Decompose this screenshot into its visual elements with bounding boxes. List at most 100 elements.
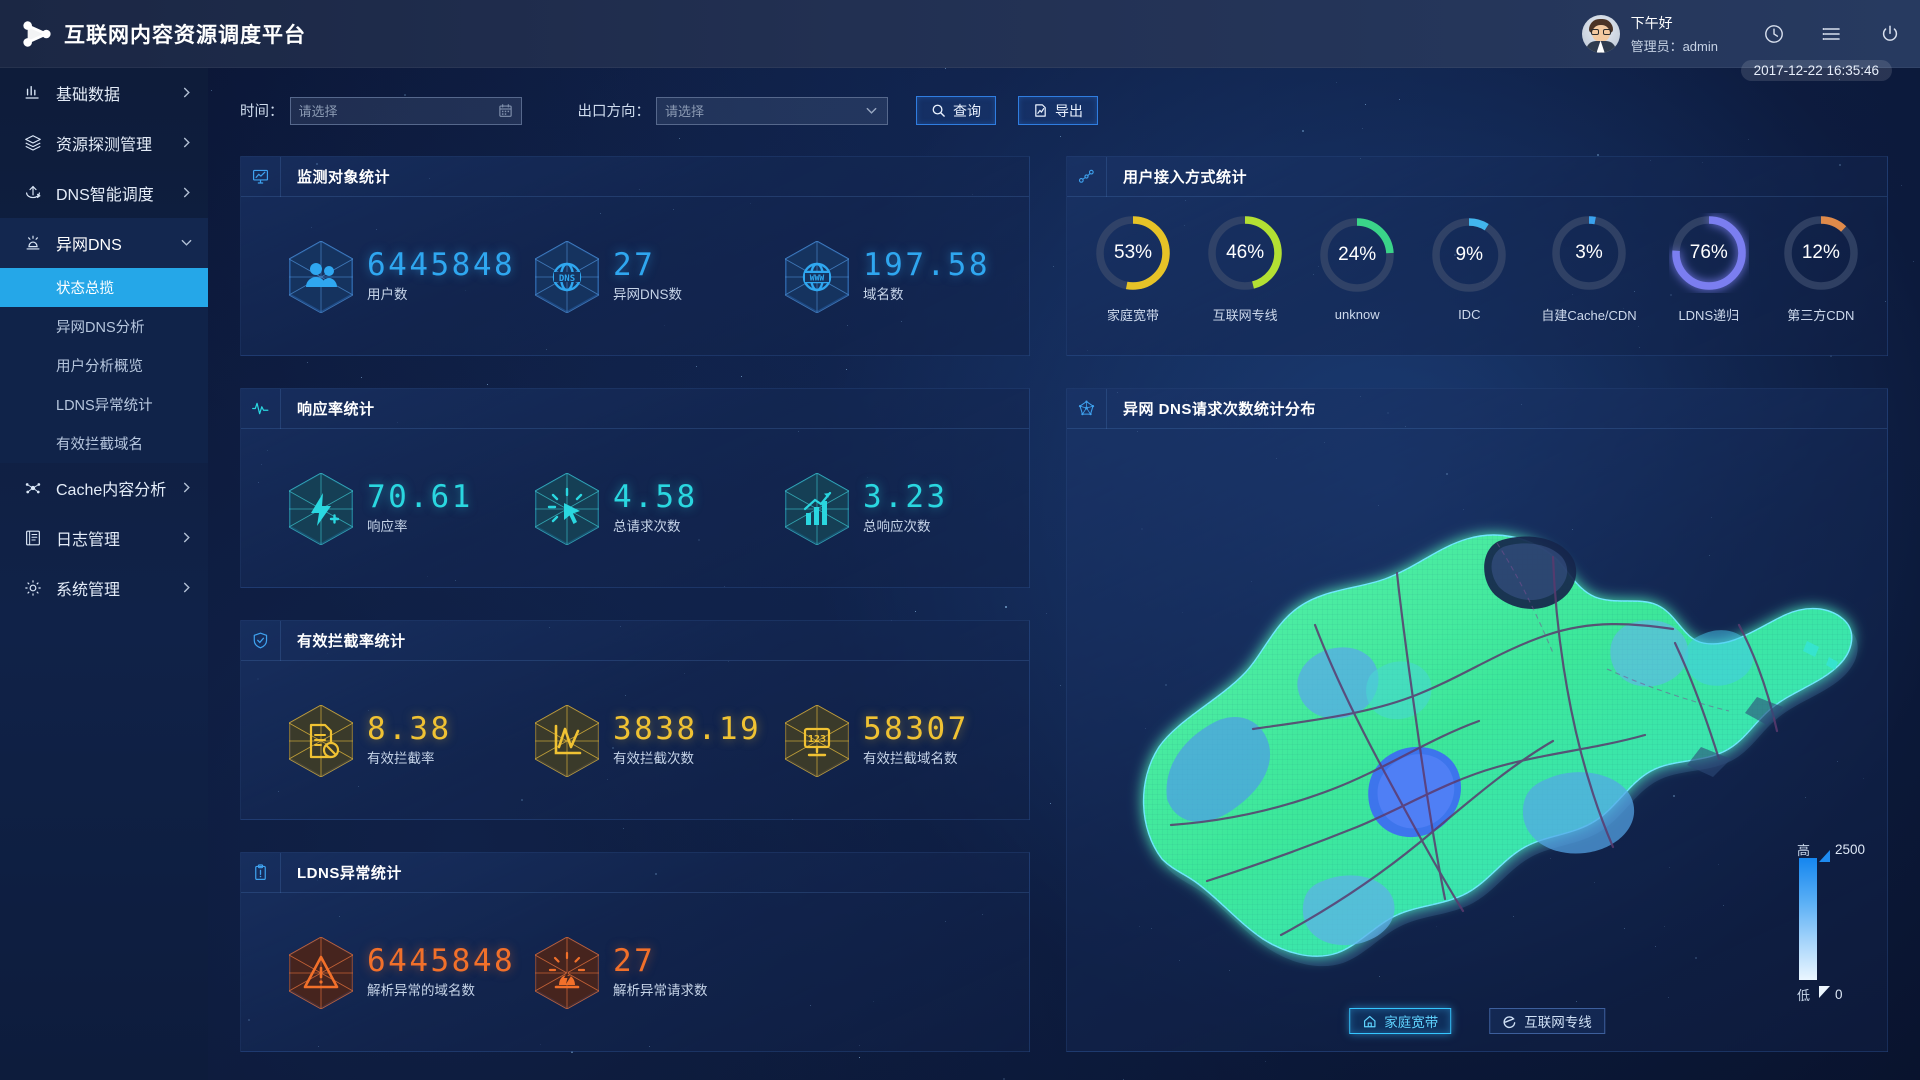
map-area[interactable]: 高 低 2500 0 家庭宽带 互联网专线	[1067, 429, 1887, 1052]
province-map[interactable]	[1067, 429, 1887, 1049]
lightning-plus-icon	[289, 472, 353, 545]
sidebar-item-dns-dispatch[interactable]: DNS智能调度	[0, 168, 208, 218]
legend-gradient-bar	[1799, 858, 1817, 980]
donut-ring: 24%	[1317, 215, 1397, 295]
stat-total-responses: 3.23 总响应次数	[785, 472, 948, 545]
stat-label: 响应率	[367, 519, 408, 534]
map-button-label: 家庭宽带	[1384, 1015, 1439, 1030]
stat-intercept-domains: 123 58307 有效拦截域名数	[785, 704, 969, 777]
map-button-home-broadband[interactable]: 家庭宽带	[1349, 1008, 1452, 1034]
chevron-down-icon	[180, 236, 194, 250]
connection-dots-icon	[1067, 156, 1107, 197]
sidebar-submenu-foreign-dns: 状态总揽 异网DNS分析 用户分析概览 LDNS异常统计 有效拦截域名	[0, 268, 208, 463]
panel-body: 6445848 用户数 DNS 27 异网DNS数 WWW 197.58 域名数	[241, 197, 1029, 356]
app-title: 互联网内容资源调度平台	[64, 23, 306, 47]
sidebar-item-basic-data[interactable]: 基础数据	[0, 68, 208, 118]
donut-ring: 3%	[1549, 213, 1629, 293]
stat-label: 解析异常请求数	[613, 983, 708, 998]
stat-value: 27	[613, 247, 656, 283]
growth-chart-icon	[785, 472, 849, 545]
sidebar-subitem-status-overview[interactable]: 状态总揽	[0, 268, 208, 307]
sidebar-item-resource-probe[interactable]: 资源探测管理	[0, 118, 208, 168]
user-role-text: 管理员：admin	[1630, 38, 1718, 54]
donut-label: IDC	[1458, 307, 1481, 322]
sidebar-label: 异网DNS	[56, 237, 122, 254]
donut-percentage: 53%	[1114, 242, 1153, 263]
donut-3[interactable]: 24% unknow	[1317, 215, 1397, 322]
main-content: 时间： 请选择 出口方向： 请选择 查询 导出 监测对象统计 6445848 用…	[208, 68, 1920, 1080]
stat-response-rate: 70.61 响应率	[289, 472, 535, 545]
panel-title: 响应率统计	[297, 401, 375, 418]
sidebar-label: 基础数据	[56, 87, 121, 104]
panel-body: 8.38 有效拦截率 3838.19 有效拦截次数 123 58307 有效拦截…	[241, 661, 1029, 820]
stat-label: 有效拦截率	[367, 751, 435, 766]
panel-header: 监测对象统计	[241, 156, 1029, 197]
dns-globe-icon: DNS	[535, 240, 599, 313]
panel-title: 有效拦截率统计	[297, 633, 406, 650]
numbers-123-icon: 123	[785, 704, 849, 777]
donut-2[interactable]: 46% 互联网专线	[1205, 213, 1285, 324]
stat-label: 有效拦截次数	[613, 751, 694, 766]
app-logo[interactable]: 互联网内容资源调度平台	[0, 19, 305, 49]
panel-response-rate: 响应率统计 70.61 响应率 4.58 总请求次数 3.23 总响应次数	[240, 388, 1030, 588]
donut-4[interactable]: 9% IDC	[1429, 215, 1509, 322]
document-block-icon	[289, 704, 353, 777]
svg-text:123: 123	[808, 734, 826, 745]
time-filter-label: 时间：	[240, 104, 284, 120]
avatar[interactable]	[1581, 14, 1620, 53]
donut-1[interactable]: 53% 家庭宽带	[1093, 213, 1173, 324]
sidebar-item-log-management[interactable]: 日志管理	[0, 513, 208, 563]
donut-ring: 46%	[1205, 213, 1285, 293]
stat-abnormal-requests: 27 解析异常请求数	[535, 936, 708, 1009]
chevron-right-icon	[180, 581, 194, 595]
dashboard-root: 互联网内容资源调度平台 下午好 管理员：admin 2017-12-22 16:…	[0, 0, 1920, 1080]
sidebar-item-foreign-dns[interactable]: 异网DNS	[0, 218, 208, 268]
chevron-down-icon[interactable]	[864, 103, 879, 118]
stat-intercept-rate: 8.38 有效拦截率	[289, 704, 535, 777]
time-input[interactable]: 请选择	[289, 96, 522, 125]
sidebar-item-cache-analysis[interactable]: Cache内容分析	[0, 463, 208, 513]
donut-6[interactable]: 76% LDNS递归	[1669, 213, 1749, 324]
dns-dispatch-icon	[22, 182, 44, 204]
home-icon	[1362, 1014, 1377, 1029]
donut-5[interactable]: 3% 自建Cache/CDN	[1541, 213, 1637, 324]
top-bar: 互联网内容资源调度平台 下午好 管理员：admin 2017-12-22 16:…	[0, 0, 1920, 81]
stat-value: 27	[613, 943, 656, 979]
egress-select[interactable]: 请选择	[656, 96, 888, 125]
donut-percentage: 24%	[1338, 244, 1377, 265]
donut-7[interactable]: 12% 第三方CDN	[1781, 213, 1861, 324]
menu-list-icon[interactable]	[1822, 24, 1842, 44]
donut-label: 自建Cache/CDN	[1541, 308, 1637, 323]
stat-label: 总请求次数	[613, 519, 681, 534]
sidebar-item-system-management[interactable]: 系统管理	[0, 563, 208, 613]
history-clock-icon[interactable]	[1764, 24, 1784, 44]
pulse-wave-icon	[241, 388, 281, 429]
stat-value: 197.58	[863, 247, 990, 283]
query-button[interactable]: 查询	[916, 96, 996, 125]
stat-intercept-count: 3838.19 有效拦截次数	[535, 704, 785, 777]
donut-percentage: 12%	[1801, 242, 1840, 263]
svg-text:WWW: WWW	[810, 273, 825, 282]
panel-title: LDNS异常统计	[297, 865, 402, 882]
panel-header: 异网 DNS请求次数统计分布	[1067, 388, 1887, 429]
map-legend: 高 低 2500 0	[1797, 842, 1869, 1003]
user-greeting: 下午好 管理员：admin	[1631, 13, 1718, 55]
search-icon	[931, 103, 946, 118]
chevron-right-icon	[180, 86, 194, 100]
stat-value: 4.58	[613, 479, 698, 515]
sidebar-subitem-user-analysis[interactable]: 用户分析概览	[0, 346, 208, 385]
stat-value: 70.61	[367, 479, 473, 515]
sidebar-subitem-dns-analysis[interactable]: 异网DNS分析	[0, 307, 208, 346]
users-icon	[289, 240, 353, 313]
power-logout-icon[interactable]	[1880, 24, 1900, 44]
calendar-icon[interactable]	[498, 103, 513, 118]
chevron-right-icon	[180, 186, 194, 200]
egress-select-value: 请选择	[665, 104, 705, 119]
export-button[interactable]: 导出	[1018, 96, 1098, 125]
sidebar-subitem-ldns-abnormal[interactable]: LDNS异常统计	[0, 385, 208, 424]
www-globe-icon: WWW	[785, 240, 849, 313]
map-button-internet-line[interactable]: 互联网专线	[1489, 1008, 1605, 1034]
stat-label: 用户数	[367, 287, 408, 302]
panel-title: 监测对象统计	[297, 169, 391, 186]
sidebar-subitem-blocked-domains[interactable]: 有效拦截域名	[0, 424, 208, 463]
